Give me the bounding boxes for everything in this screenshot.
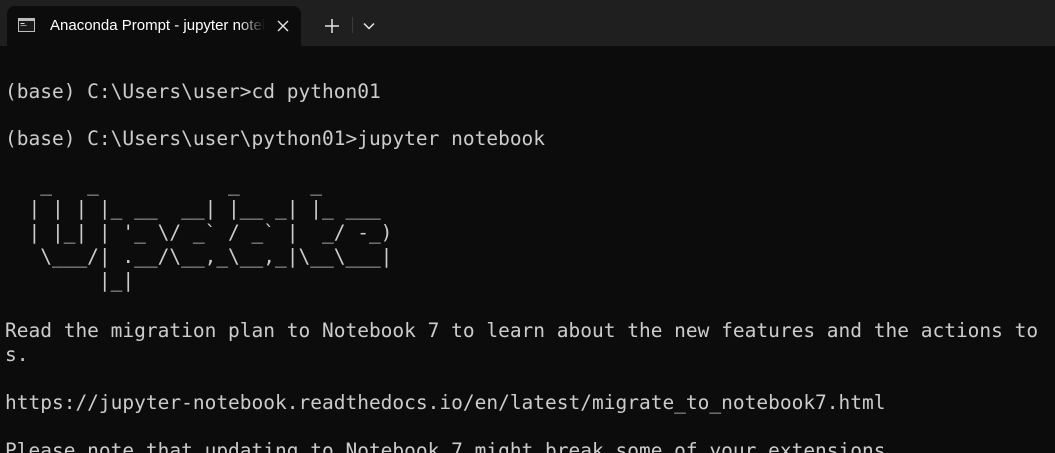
chevron-down-icon[interactable] xyxy=(358,14,380,38)
output-line-url: https://jupyter-notebook.readthedocs.io/… xyxy=(5,391,886,414)
terminal-output[interactable]: (base) C:\Users\user>cd python01 (base) … xyxy=(5,46,1055,453)
output-line-migration: Read the migration plan to Notebook 7 to… xyxy=(5,319,1039,342)
output-line-note: Please note that updating to Notebook 7 … xyxy=(5,439,898,453)
ascii-art-line: \___/| .__/\__,_\__,_|\__\___| xyxy=(5,245,393,268)
ascii-art-line: | |_| | '_ \/ _` / _` | _/ -_) xyxy=(5,221,393,244)
ascii-art-line: | | | |_ __ __| |__ _| |_ ___ xyxy=(5,197,381,220)
ascii-art-line: |_| xyxy=(5,269,135,292)
ascii-art-line: _ _ _ _ xyxy=(5,173,322,196)
output-line-wrap: s. xyxy=(5,343,29,366)
command-line-jupyter: (base) C:\Users\user\python01>jupyter no… xyxy=(5,127,546,150)
close-icon[interactable] xyxy=(273,16,293,36)
plus-icon[interactable] xyxy=(319,13,345,39)
tab-title-fade xyxy=(239,14,265,38)
terminal-window: Anaconda Prompt - jupyter notebook (base… xyxy=(0,0,1055,453)
tab-divider xyxy=(352,17,353,33)
terminal-icon xyxy=(18,18,35,32)
tab-title: Anaconda Prompt - jupyter notebook xyxy=(50,17,264,34)
tab-anaconda-prompt[interactable]: Anaconda Prompt - jupyter notebook xyxy=(7,6,301,46)
tab-bar: Anaconda Prompt - jupyter notebook xyxy=(0,0,1055,46)
command-line-cd: (base) C:\Users\user>cd python01 xyxy=(5,80,381,103)
